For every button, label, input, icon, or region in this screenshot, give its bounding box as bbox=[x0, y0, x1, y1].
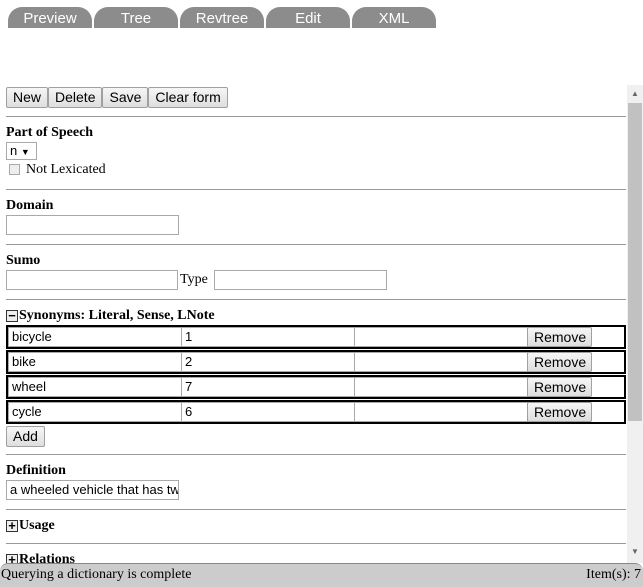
divider bbox=[6, 116, 626, 117]
toolbar: New Delete Save Clear form bbox=[6, 87, 228, 108]
tab-preview[interactable]: Preview bbox=[8, 7, 92, 28]
tab-edit[interactable]: Edit bbox=[266, 7, 350, 28]
dropdown-arrow-icon: ▼ bbox=[20, 147, 30, 157]
tab-tree[interactable]: Tree bbox=[94, 7, 178, 28]
item-count: Item(s): 7 bbox=[586, 567, 641, 582]
lnote-input[interactable] bbox=[354, 327, 528, 347]
literal-input[interactable]: bike bbox=[8, 352, 182, 372]
remove-synonym-button[interactable]: Remove bbox=[527, 327, 592, 347]
tab-xml[interactable]: XML bbox=[352, 7, 436, 28]
synonym-row: bike 2 Remove bbox=[6, 350, 626, 374]
literal-input[interactable]: cycle bbox=[8, 402, 182, 422]
lnote-input[interactable] bbox=[354, 377, 528, 397]
edit-form: New Delete Save Clear form Part of Speec… bbox=[0, 85, 627, 563]
expand-icon[interactable]: + bbox=[6, 519, 18, 532]
remove-synonym-button[interactable]: Remove bbox=[527, 377, 592, 397]
divider bbox=[6, 543, 626, 544]
type-label: Type bbox=[180, 272, 208, 287]
expand-icon[interactable]: + bbox=[6, 553, 18, 563]
divider bbox=[6, 244, 626, 245]
sense-input[interactable]: 2 bbox=[181, 352, 355, 372]
part-of-speech-select[interactable]: n ▼ bbox=[6, 142, 37, 160]
remove-synonym-button[interactable]: Remove bbox=[527, 352, 592, 372]
delete-button[interactable]: Delete bbox=[48, 87, 103, 108]
status-bar: Querying a dictionary is complete Item(s… bbox=[0, 563, 643, 587]
literal-input[interactable]: bicycle bbox=[8, 327, 182, 347]
not-lexicated-label: Not Lexicated bbox=[26, 162, 106, 177]
domain-label: Domain bbox=[6, 198, 54, 213]
usage-header: + Usage bbox=[6, 518, 55, 534]
synonym-row: cycle 6 Remove bbox=[6, 400, 626, 424]
usage-label: Usage bbox=[19, 518, 55, 533]
synonyms-label: Synonyms: Literal, Sense, LNote bbox=[19, 308, 215, 323]
status-message: Querying a dictionary is complete bbox=[1, 567, 192, 582]
synonym-row: bicycle 1 Remove bbox=[6, 325, 626, 349]
remove-synonym-button[interactable]: Remove bbox=[527, 402, 592, 422]
collapse-icon[interactable]: − bbox=[6, 309, 18, 322]
domain-input[interactable] bbox=[6, 215, 179, 235]
sumo-label: Sumo bbox=[6, 253, 41, 268]
sense-input[interactable]: 6 bbox=[181, 402, 355, 422]
divider bbox=[6, 509, 626, 510]
part-of-speech-label: Part of Speech bbox=[6, 125, 94, 140]
sense-input[interactable]: 7 bbox=[181, 377, 355, 397]
divider bbox=[6, 299, 626, 300]
tab-revtree[interactable]: Revtree bbox=[180, 7, 264, 28]
clear-form-button[interactable]: Clear form bbox=[148, 87, 228, 108]
scroll-up-icon[interactable]: ▲ bbox=[631, 89, 639, 98]
add-synonym-button[interactable]: Add bbox=[6, 426, 45, 447]
scrollbar[interactable]: ▲ ▼ bbox=[627, 85, 643, 563]
type-input[interactable] bbox=[214, 270, 387, 290]
sumo-input[interactable] bbox=[6, 270, 178, 290]
scrollbar-thumb[interactable] bbox=[628, 103, 642, 421]
pos-value: n bbox=[10, 143, 18, 158]
relations-label: Relations bbox=[19, 552, 75, 563]
synonym-row: wheel 7 Remove bbox=[6, 375, 626, 399]
tab-bar: Preview Tree Revtree Edit XML bbox=[8, 7, 438, 28]
definition-input[interactable]: a wheeled vehicle that has tw bbox=[6, 480, 179, 500]
scroll-down-icon[interactable]: ▼ bbox=[631, 547, 639, 556]
divider bbox=[6, 454, 626, 455]
divider bbox=[6, 189, 626, 190]
literal-input[interactable]: wheel bbox=[8, 377, 182, 397]
sense-input[interactable]: 1 bbox=[181, 327, 355, 347]
lnote-input[interactable] bbox=[354, 352, 528, 372]
save-button[interactable]: Save bbox=[102, 87, 149, 108]
relations-header: + Relations bbox=[6, 552, 75, 563]
synonyms-header: − Synonyms: Literal, Sense, LNote bbox=[6, 308, 215, 324]
not-lexicated-checkbox[interactable] bbox=[9, 164, 20, 175]
definition-label: Definition bbox=[6, 463, 66, 478]
new-button[interactable]: New bbox=[6, 87, 49, 108]
lnote-input[interactable] bbox=[354, 402, 528, 422]
